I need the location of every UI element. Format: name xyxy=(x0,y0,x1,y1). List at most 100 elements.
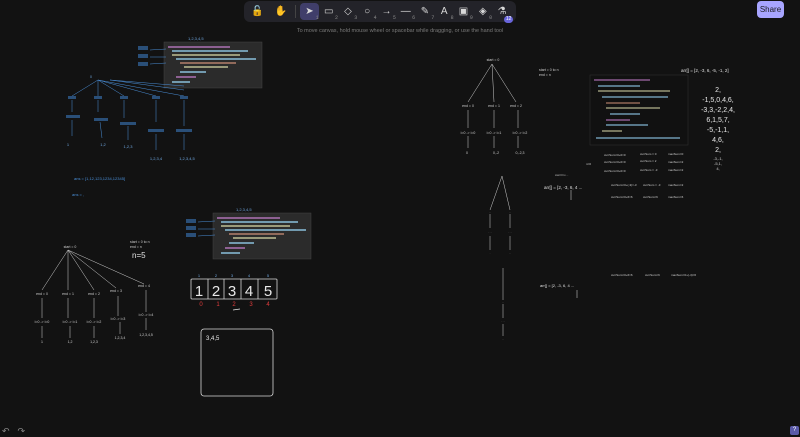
svg-text:·: · xyxy=(490,252,491,255)
svg-text:end = 3: end = 3 xyxy=(110,289,122,293)
recursion-tree-4[interactable] xyxy=(489,175,511,250)
svg-text:· ·: · · xyxy=(502,301,505,304)
tree2-n-label: n=5 xyxy=(132,251,146,260)
arr-mid: arr[] = [2, -3, 6, 4 ... xyxy=(544,185,582,190)
arr-top: arr[] = [2, -3, 6, -5, -1, 2] xyxy=(681,68,729,73)
tree2-leaf-2: 1,2 xyxy=(68,340,73,344)
svg-text:· ·: · · xyxy=(509,252,512,255)
note-box[interactable]: 3,4,5 xyxy=(200,328,274,397)
bottom-index-4: 3 xyxy=(249,302,253,308)
svg-text:end = 1: end = 1 xyxy=(62,292,74,296)
tree2-note-2: end = n xyxy=(130,245,142,249)
svg-text:i=0 -> i=4: i=0 -> i=4 xyxy=(139,313,154,317)
tree3-sub-0: 0 xyxy=(466,151,468,155)
digit-3: 3 xyxy=(228,283,236,300)
svg-text:· ·: · · xyxy=(509,211,512,214)
svg-text:· · ·: · · · xyxy=(488,231,492,234)
digit-4: 4 xyxy=(245,283,253,300)
top-index-4: 4 xyxy=(248,273,251,278)
tree3-end-1: end = 1 xyxy=(488,104,500,108)
svg-text:currSum = -3: currSum = -3 xyxy=(643,183,661,187)
bottom-index-5: 4 xyxy=(266,302,270,308)
tree3-root-label: start = 0 xyxy=(487,58,500,62)
recursion-tree-1[interactable] xyxy=(71,79,185,150)
sum-annotations: n=0 currSum=0+0=0 currSum = 0 maxSum=0 c… xyxy=(586,152,696,277)
svg-text:2,: 2, xyxy=(715,147,721,154)
svg-text:maxSum=0: maxSum=0 xyxy=(668,152,684,156)
svg-text:currSum=0+(-3)=-3: currSum=0+(-3)=-3 xyxy=(611,183,637,187)
svg-text:end = 2: end = 2 xyxy=(88,292,100,296)
tree2-root-label: start = 0 xyxy=(64,245,77,249)
svg-text:2,: 2, xyxy=(715,87,721,94)
top-index-2: 2 xyxy=(215,273,218,278)
digit-1: 1 xyxy=(195,283,203,300)
arr-low: arr[] = [2, -3, 6, 4 ... xyxy=(540,283,574,288)
svg-text:i=0 -> i=1: i=0 -> i=1 xyxy=(63,320,78,324)
svg-text:n=0: n=0 xyxy=(586,162,591,166)
svg-text:· ·: · · xyxy=(489,211,492,214)
svg-text:i=0 -> i=2: i=0 -> i=2 xyxy=(513,131,528,135)
svg-text:start=0 to ...: start=0 to ... xyxy=(555,174,569,177)
tree2-leaf-5: 1,2,3,4,5 xyxy=(139,333,153,337)
drawing-canvas[interactable]: 1,2,3,4,5 0 1 1,2 1,2,3 1,2,3,4 1,2,3,4,… xyxy=(0,0,800,437)
redo-icon[interactable]: ↷ xyxy=(18,426,26,437)
svg-text:4,: 4, xyxy=(716,166,719,171)
subarray-sums: 2, -1,5,0,4,6, -3,3,-2,2,4, 6,1,5,7, -5,… xyxy=(701,87,735,154)
top-index-1: 1 xyxy=(198,273,201,278)
help-button[interactable]: ? xyxy=(790,426,799,435)
right-note-2: end = n xyxy=(539,73,551,77)
svg-text:4,6,: 4,6, xyxy=(712,137,724,144)
tree2-leaf-3: 1,2,3 xyxy=(90,340,98,344)
tree3-end-0: end = 0 xyxy=(462,104,474,108)
code-block-2[interactable]: 1,2,3,4,5 xyxy=(186,207,312,260)
bottom-index-1: 0 xyxy=(199,302,203,308)
code-block-1[interactable]: 1,2,3,4,5 xyxy=(138,36,263,89)
svg-text:-5,-1,1,: -5,-1,1, xyxy=(707,127,729,134)
svg-text:i=0 -> i=3: i=0 -> i=3 xyxy=(111,317,126,321)
svg-text:maxSum=2: maxSum=2 xyxy=(668,168,684,172)
tree1-leaf-4: 1,2,3,4 xyxy=(150,156,163,161)
note-box-text: 3,4,5 xyxy=(206,336,220,342)
tree1-leaf-3: 1,2,3 xyxy=(124,144,134,149)
svg-text:· · ·: · · · xyxy=(501,320,505,323)
svg-text:-3,3,-2,2,4,: -3,3,-2,2,4, xyxy=(701,107,735,114)
svg-text:currSum=0+0=0: currSum=0+0=0 xyxy=(604,169,626,173)
subarray-sums-2: -3,-1, -5,1, 4, xyxy=(713,156,722,171)
svg-text:i=0 -> i=1: i=0 -> i=1 xyxy=(487,131,502,135)
tree1-leaf-5: 1,2,3,4,5 xyxy=(179,156,195,161)
svg-text:maxSum=2: maxSum=2 xyxy=(668,183,684,187)
bottom-index-3: 2 xyxy=(232,302,236,308)
svg-text:currSum=0+0=0: currSum=0+0=0 xyxy=(604,160,626,164)
svg-text:6,1,5,7,: 6,1,5,7, xyxy=(706,117,729,124)
svg-text:i=0 -> i=2: i=0 -> i=2 xyxy=(87,320,102,324)
svg-text:end = 4: end = 4 xyxy=(138,284,150,288)
svg-text:currSum=0+0=0: currSum=0+0=0 xyxy=(604,153,626,157)
svg-text:currSum=0+6=6: currSum=0+6=6 xyxy=(611,195,633,199)
tree3-end-2: end = 2 xyxy=(510,104,522,108)
svg-text:currSum=6: currSum=6 xyxy=(643,195,658,199)
tree3-sub-1: 0,-2 xyxy=(493,151,499,155)
svg-text:currSum=6: currSum=6 xyxy=(645,273,660,277)
top-index-5: 5 xyxy=(267,273,270,278)
code-title-2: 1,2,3,4,5 xyxy=(236,207,252,212)
code-block-3[interactable] xyxy=(589,74,689,146)
code-title-1: 1,2,3,4,5 xyxy=(188,36,204,41)
svg-text:i=0 -> i=0: i=0 -> i=0 xyxy=(35,320,50,324)
undo-redo: ↶ ↷ xyxy=(2,426,25,437)
svg-text:currSum=0+6=6: currSum=0+6=6 xyxy=(611,273,633,277)
svg-text:i=0 -> i=0: i=0 -> i=0 xyxy=(461,131,476,135)
undo-icon[interactable]: ↶ xyxy=(2,426,10,437)
tree2-leaf-1: 1 xyxy=(41,340,43,344)
tree1-ans2: ans = , xyxy=(72,192,84,197)
svg-text:currSum = -3: currSum = -3 xyxy=(640,168,658,172)
svg-text:· ·: · · xyxy=(502,338,505,341)
svg-text:currSum = 0: currSum = 0 xyxy=(640,152,657,156)
tree1-leaf-1: 1 xyxy=(67,142,70,147)
tree1-root-label: 0 xyxy=(90,75,92,79)
digit-5: 5 xyxy=(264,283,272,300)
svg-text:· · ·: · · · xyxy=(508,231,512,234)
tree1-ans: ans = [1,12,123,1234,12345] xyxy=(74,176,125,181)
top-index-3: 3 xyxy=(231,273,234,278)
digit-boxes[interactable]: 1 2 3 4 5 1 2 3 4 5 0 1 2 3 4 xyxy=(190,273,278,311)
tree2-leaf-4: 1,2,3,4 xyxy=(115,336,126,340)
